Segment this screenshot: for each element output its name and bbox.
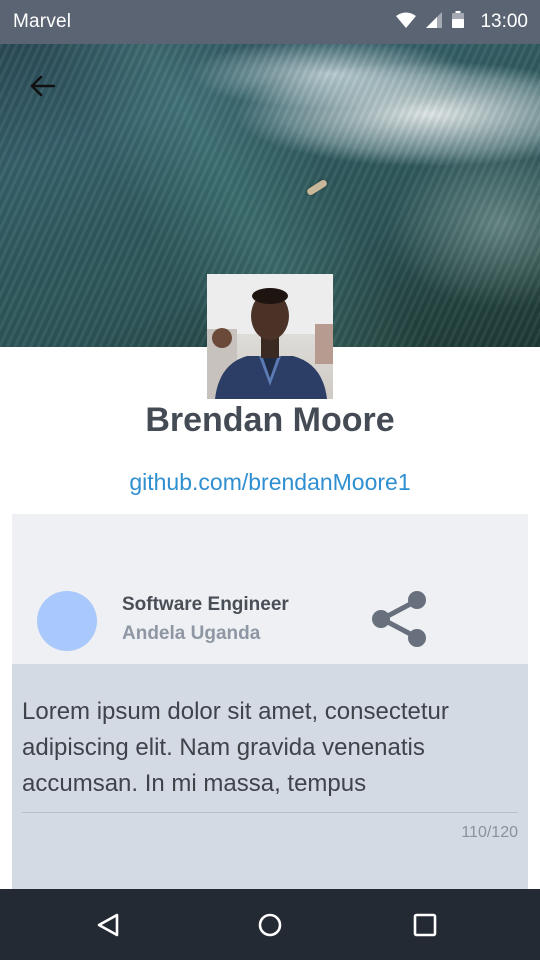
nav-back-button[interactable] xyxy=(90,907,126,943)
bio-section: Lorem ipsum dolor sit amet, consectetur … xyxy=(12,664,528,890)
signal-icon xyxy=(426,11,443,33)
navigation-bar xyxy=(0,889,540,960)
back-button[interactable] xyxy=(24,70,60,102)
nav-home-button[interactable] xyxy=(252,907,288,943)
nav-recents-button[interactable] xyxy=(407,907,443,943)
battery-icon xyxy=(452,11,465,33)
status-bar: Marvel 13:00 xyxy=(0,0,540,44)
job-title: Software Engineer xyxy=(122,594,289,615)
status-icons: 13:00 xyxy=(396,11,528,33)
profile-card-header: Software Engineer Andela Uganda xyxy=(12,514,528,664)
wifi-icon xyxy=(396,12,417,33)
share-button[interactable] xyxy=(368,588,430,650)
company-avatar-placeholder xyxy=(37,591,97,651)
triangle-back-icon xyxy=(97,913,119,937)
avatar xyxy=(207,274,333,399)
company-name: Andela Uganda xyxy=(122,623,261,644)
boat-image-detail xyxy=(305,178,329,197)
character-counter: 110/120 xyxy=(461,824,518,841)
arrow-back-icon xyxy=(30,75,55,97)
profile-name: Brendan Moore xyxy=(145,401,395,439)
share-icon xyxy=(372,591,426,647)
circle-home-icon xyxy=(258,913,282,937)
github-link[interactable]: github.com/brendanMoore1 xyxy=(0,466,540,498)
square-recents-icon xyxy=(413,913,437,937)
status-time: 13:00 xyxy=(480,11,528,32)
status-app-name: Marvel xyxy=(13,11,72,32)
bio-textarea[interactable]: Lorem ipsum dolor sit amet, consectetur … xyxy=(22,694,518,814)
textarea-underline xyxy=(22,812,518,813)
